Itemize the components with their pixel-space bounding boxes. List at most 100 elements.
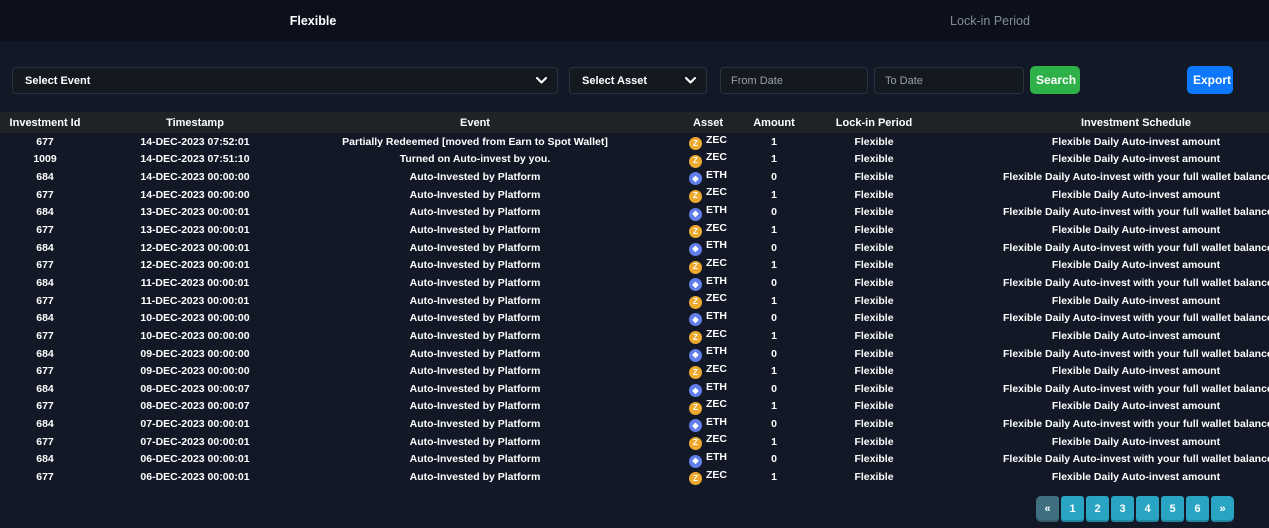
- table-row: 677 14-DEC-2023 07:52:01 Partially Redee…: [0, 133, 1269, 151]
- cell-investment-id: 684: [0, 345, 90, 363]
- cell-investment-schedule: Flexible Daily Auto-invest amount: [940, 151, 1269, 169]
- cell-amount: 1: [740, 362, 808, 380]
- pagination-page-2-button[interactable]: 2: [1086, 496, 1109, 522]
- eth-coin-icon: ◆: [689, 384, 702, 397]
- cell-investment-id: 677: [0, 433, 90, 451]
- pagination-page-6-button[interactable]: 6: [1186, 496, 1209, 522]
- pagination-prev-button[interactable]: «: [1036, 496, 1059, 522]
- cell-investment-schedule: Flexible Daily Auto-invest amount: [940, 362, 1269, 380]
- col-lock-in-period: Lock-in Period: [808, 112, 940, 133]
- select-asset-dropdown[interactable]: Select Asset: [569, 67, 707, 94]
- table-row: 684 09-DEC-2023 00:00:00 Auto-Invested b…: [0, 345, 1269, 363]
- col-investment-schedule: Investment Schedule: [940, 112, 1269, 133]
- investments-table: Investment Id Timestamp Event Asset Amou…: [0, 112, 1269, 486]
- cell-investment-id: 677: [0, 186, 90, 204]
- cell-lock-in-period: Flexible: [808, 362, 940, 380]
- cell-amount: 1: [740, 221, 808, 239]
- cell-investment-schedule: Flexible Daily Auto-invest amount: [940, 256, 1269, 274]
- table-row: 677 07-DEC-2023 00:00:01 Auto-Invested b…: [0, 433, 1269, 451]
- col-timestamp: Timestamp: [90, 112, 300, 133]
- cell-timestamp: 12-DEC-2023 00:00:01: [90, 239, 300, 257]
- to-date-input[interactable]: [874, 67, 1024, 94]
- zec-coin-icon: Z: [689, 437, 702, 450]
- cell-investment-id: 684: [0, 168, 90, 186]
- cell-amount: 0: [740, 415, 808, 433]
- cell-timestamp: 08-DEC-2023 00:00:07: [90, 398, 300, 416]
- cell-investment-id: 677: [0, 362, 90, 380]
- asset-ticker: ZEC: [706, 328, 727, 340]
- cell-investment-schedule: Flexible Daily Auto-invest amount: [940, 133, 1269, 151]
- cell-asset: ◆ETH: [650, 345, 740, 363]
- cell-investment-id: 677: [0, 221, 90, 239]
- pagination-page-3-button[interactable]: 3: [1111, 496, 1134, 522]
- cell-investment-id: 684: [0, 380, 90, 398]
- table-row: 684 11-DEC-2023 00:00:01 Auto-Invested b…: [0, 274, 1269, 292]
- cell-investment-schedule: Flexible Daily Auto-invest with your ful…: [940, 274, 1269, 292]
- cell-event: Partially Redeemed [moved from Earn to S…: [300, 133, 650, 151]
- cell-investment-schedule: Flexible Daily Auto-invest amount: [940, 292, 1269, 310]
- cell-asset: Z ZEC: [650, 362, 740, 380]
- pagination-page-5-button[interactable]: 5: [1161, 496, 1184, 522]
- cell-lock-in-period: Flexible: [808, 398, 940, 416]
- pagination-next-button[interactable]: »: [1211, 496, 1234, 522]
- cell-amount: 1: [740, 133, 808, 151]
- cell-investment-id: 677: [0, 398, 90, 416]
- cell-asset: ◆ ETH: [650, 415, 740, 433]
- cell-event: Auto-Invested by Platform: [300, 362, 650, 380]
- cell-investment-id: 684: [0, 415, 90, 433]
- pagination-page-4-button[interactable]: 4: [1136, 496, 1159, 522]
- from-date-input[interactable]: [720, 67, 868, 94]
- cell-timestamp: 07-DEC-2023 00:00:01: [90, 433, 300, 451]
- cell-timestamp: 12-DEC-2023 00:00:01: [90, 256, 300, 274]
- asset-ticker: ZEC: [706, 186, 727, 198]
- asset-ticker: ETH: [706, 239, 727, 251]
- cell-lock-in-period: Flexible: [808, 327, 940, 345]
- chevron-down-icon: [536, 77, 547, 84]
- asset-ticker: ETH: [706, 416, 727, 428]
- cell-event: Auto-Invested by Platform: [300, 468, 650, 486]
- cell-investment-id: 677: [0, 292, 90, 310]
- cell-investment-id: 684: [0, 239, 90, 257]
- cell-lock-in-period: Flexible: [808, 292, 940, 310]
- cell-lock-in-period: Flexible: [808, 151, 940, 169]
- asset-ticker: ETH: [706, 381, 727, 393]
- asset-ticker: ZEC: [706, 134, 727, 146]
- cell-event: Auto-Invested by Platform: [300, 345, 650, 363]
- asset-ticker: ZEC: [706, 257, 727, 269]
- eth-coin-icon: ◆: [689, 419, 702, 432]
- cell-event: Auto-Invested by Platform: [300, 186, 650, 204]
- col-event: Event: [300, 112, 650, 133]
- cell-event: Auto-Invested by Platform: [300, 433, 650, 451]
- eth-coin-icon: ◆: [689, 349, 702, 362]
- cell-investment-schedule: Flexible Daily Auto-invest with your ful…: [940, 168, 1269, 186]
- eth-coin-icon: ◆: [689, 208, 702, 221]
- tab-lock-in-period[interactable]: Lock-in Period: [950, 0, 1030, 41]
- asset-ticker: ZEC: [706, 363, 727, 375]
- asset-ticker: ETH: [706, 275, 727, 287]
- cell-asset: ZZEC: [650, 151, 740, 169]
- pagination-page-1-button[interactable]: 1: [1061, 496, 1084, 522]
- select-event-dropdown[interactable]: Select Event: [12, 67, 558, 94]
- zec-coin-icon: Z: [689, 366, 702, 379]
- search-button[interactable]: Search: [1030, 66, 1080, 94]
- cell-lock-in-period: Flexible: [808, 274, 940, 292]
- cell-lock-in-period: Flexible: [808, 256, 940, 274]
- cell-amount: 1: [740, 256, 808, 274]
- tab-flexible[interactable]: Flexible: [290, 0, 337, 41]
- cell-amount: 0: [740, 345, 808, 363]
- cell-lock-in-period: Flexible: [808, 468, 940, 486]
- cell-asset: ◆ETH: [650, 168, 740, 186]
- chevron-down-icon: [685, 77, 696, 84]
- cell-investment-id: 677: [0, 256, 90, 274]
- zec-coin-icon: Z: [689, 137, 702, 150]
- eth-coin-icon: ◆: [689, 243, 702, 256]
- col-asset: Asset: [650, 112, 740, 133]
- cell-event: Turned on Auto-invest by you.: [300, 151, 650, 169]
- export-button[interactable]: Export: [1187, 66, 1233, 94]
- cell-lock-in-period: Flexible: [808, 380, 940, 398]
- cell-event: Auto-Invested by Platform: [300, 451, 650, 469]
- cell-investment-id: 684: [0, 204, 90, 222]
- cell-asset: ZZEC: [650, 398, 740, 416]
- cell-timestamp: 14-DEC-2023 07:51:10: [90, 151, 300, 169]
- cell-asset: ZZEC: [650, 292, 740, 310]
